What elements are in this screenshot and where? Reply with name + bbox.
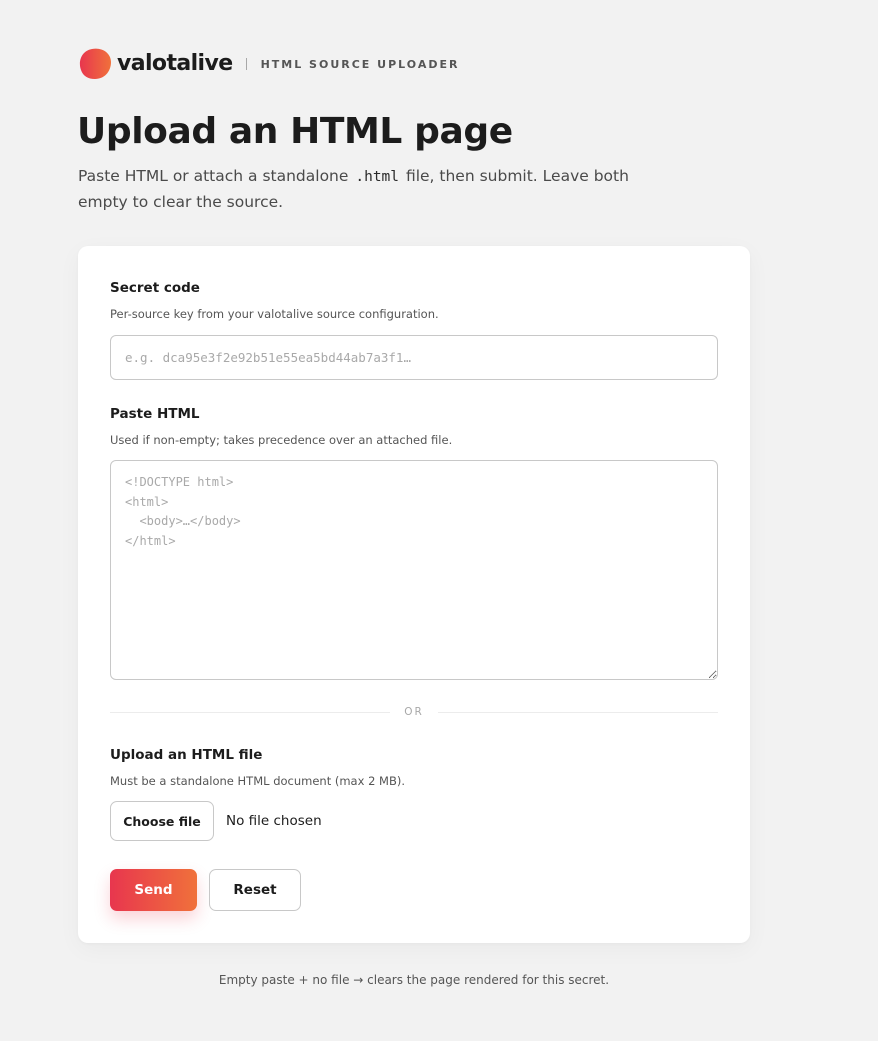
file-picker: Choose file No file chosen bbox=[110, 801, 322, 841]
intro-file-extension: .html bbox=[355, 169, 400, 185]
or-divider-label: OR bbox=[404, 706, 424, 718]
footer-note: Empty paste + no file → clears the page … bbox=[218, 973, 610, 987]
page-title: Upload an HTML page bbox=[77, 111, 513, 152]
brand-header: valotalive HTML SOURCE UPLOADER bbox=[78, 48, 459, 80]
paste-html-label: Paste HTML bbox=[110, 406, 200, 422]
valotalive-logo-icon bbox=[79, 48, 111, 79]
divider-line-right bbox=[437, 711, 718, 713]
upload-file-label: Upload an HTML file bbox=[110, 747, 263, 763]
reset-button[interactable]: Reset bbox=[209, 869, 301, 911]
file-status-text: No file chosen bbox=[226, 813, 322, 829]
intro-text-start: Paste HTML or attach a standalone bbox=[78, 167, 354, 185]
brand-name: valotalive bbox=[117, 51, 233, 76]
paste-html-textarea[interactable] bbox=[110, 460, 718, 680]
secret-code-help: Per-source key from your valotalive sour… bbox=[110, 307, 439, 321]
divider-line-left bbox=[110, 711, 391, 713]
brand-subtitle: HTML SOURCE UPLOADER bbox=[260, 57, 460, 71]
paste-html-help: Used if non-empty; takes precedence over… bbox=[110, 433, 453, 447]
choose-file-button[interactable]: Choose file bbox=[110, 801, 214, 841]
page-intro: Paste HTML or attach a standalone .html … bbox=[78, 164, 638, 215]
brand-divider bbox=[245, 58, 247, 70]
secret-code-input[interactable] bbox=[110, 335, 718, 380]
or-divider: OR bbox=[110, 703, 718, 721]
upload-form-card: Secret code Per-source key from your val… bbox=[78, 246, 750, 943]
upload-file-help: Must be a standalone HTML document (max … bbox=[110, 774, 405, 788]
secret-code-label: Secret code bbox=[110, 280, 200, 296]
page: valotalive HTML SOURCE UPLOADER Upload a… bbox=[0, 0, 878, 1041]
send-button[interactable]: Send bbox=[110, 869, 197, 911]
